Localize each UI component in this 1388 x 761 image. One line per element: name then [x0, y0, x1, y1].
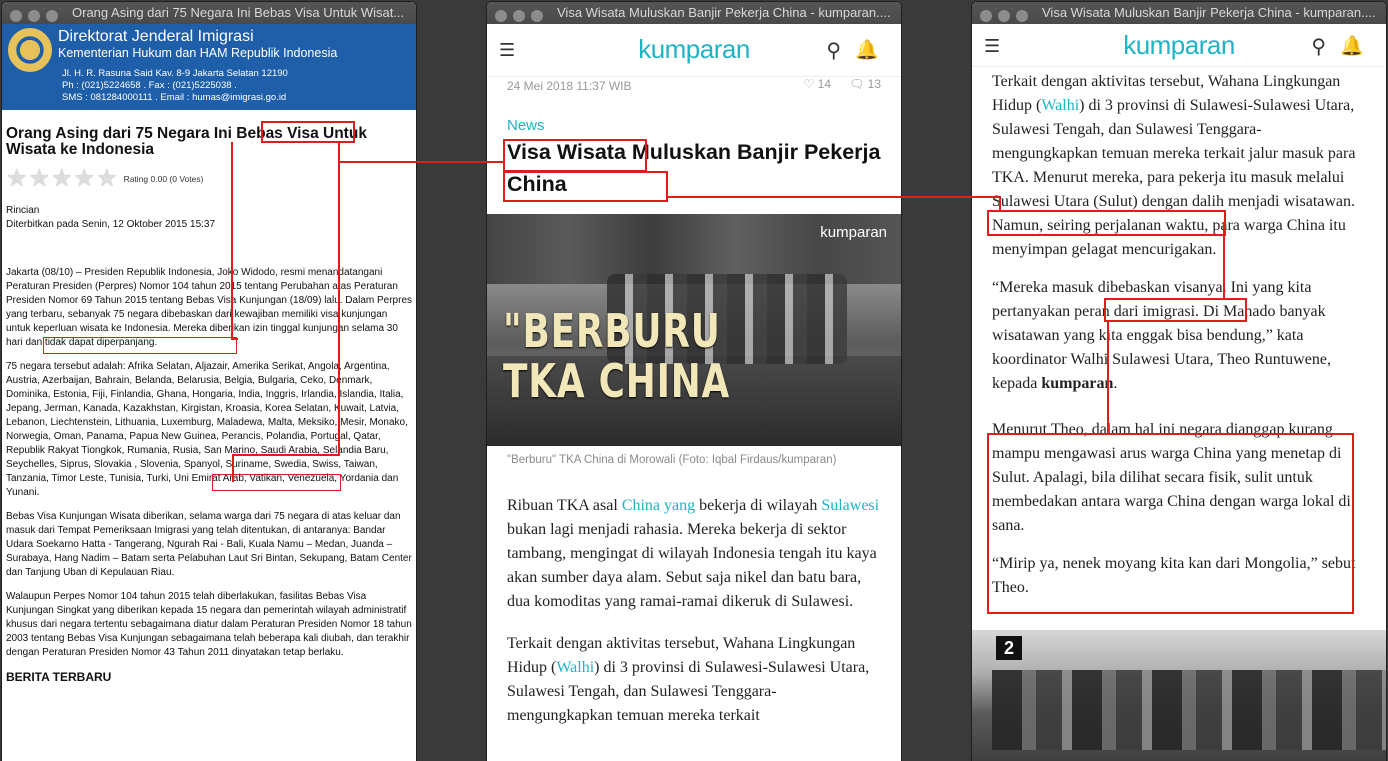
bell-icon[interactable]: 🔔 — [1340, 34, 1364, 58]
section-heading: BERITA TERBARU — [6, 670, 112, 684]
paragraph: Ribuan TKA asal China yang bekerja di wi… — [507, 497, 880, 610]
site-address: Jl. H. R. Rasuna Said Kav. 8-9 Jakarta S… — [62, 68, 288, 103]
minimize-button[interactable] — [513, 10, 525, 22]
close-button[interactable] — [495, 10, 507, 22]
article-meta: 24 Mei 2018 11:37 WIB ♡ 14 🗨 13 — [487, 77, 901, 103]
rincian-label: Rincian — [6, 205, 40, 216]
title-bar[interactable]: Visa Wisata Muluskan Banjir Pekerja Chin… — [972, 2, 1386, 24]
highlight-dibebaskan-visanya: dibebaskan visanya — [1097, 279, 1223, 296]
minimize-button[interactable] — [998, 10, 1010, 22]
page-content: ☰ kumparan ⚲ 🔔 Terkait dengan aktivitas … — [972, 24, 1386, 761]
star-icon[interactable]: ★ — [51, 167, 73, 191]
publish-date: Diterbitkan pada Senin, 12 Oktober 2015 … — [6, 219, 216, 230]
article-image: 2 — [972, 630, 1386, 761]
window-title: Visa Wisata Muluskan Banjir Pekerja Chin… — [557, 5, 891, 20]
search-icon[interactable]: ⚲ — [826, 38, 841, 63]
paragraph: Bebas Visa Kunjungan Wisata diberikan, s… — [6, 511, 412, 578]
link-walhi[interactable]: Walhi — [1041, 97, 1079, 114]
site-subtitle: Kementerian Hukum dan HAM Republik Indon… — [58, 46, 338, 60]
site-header: ☰ kumparan ⚲ 🔔 — [972, 24, 1386, 67]
search-icon[interactable]: ⚲ — [1311, 34, 1326, 59]
star-icon[interactable]: ★ — [6, 167, 28, 191]
title-bar[interactable]: Visa Wisata Muluskan Banjir Pekerja Chin… — [487, 2, 901, 24]
zoom-button[interactable] — [531, 10, 543, 22]
minimize-button[interactable] — [28, 10, 40, 22]
paragraph: Terkait dengan aktivitas tersebut, Wahan… — [992, 73, 1356, 258]
paragraph: “Mereka masuk dibebaskan visanya. Ini ya… — [992, 279, 1331, 392]
article-date: 24 Mei 2018 11:37 WIB — [507, 79, 632, 93]
paragraph: Jakarta (08/10) – Presiden Republik Indo… — [6, 267, 413, 348]
link-china[interactable]: China yang — [622, 497, 695, 514]
window-kumparan-1: Visa Wisata Muluskan Banjir Pekerja Chin… — [487, 2, 901, 761]
hero-overlay-text: "BERBURU TKA CHINA — [503, 304, 731, 408]
zoom-button[interactable] — [46, 10, 58, 22]
site-header: Direktorat Jenderal Imigrasi Kementerian… — [2, 24, 416, 110]
page-content: ☰ kumparan ⚲ 🔔 24 Mei 2018 11:37 WIB ♡ 1… — [487, 24, 901, 761]
traffic-lights[interactable] — [495, 7, 549, 24]
site-title: Direktorat Jenderal Imigrasi — [58, 28, 254, 45]
link-walhi[interactable]: Walhi — [556, 659, 594, 676]
window-kumparan-2: Visa Wisata Muluskan Banjir Pekerja Chin… — [972, 2, 1386, 761]
image-caption: "Berburu" TKA China di Morowali (Foto: I… — [507, 454, 837, 466]
imigrasi-emblem-icon — [8, 28, 52, 72]
site-header: ☰ kumparan ⚲ 🔔 — [487, 24, 901, 77]
comment-icon: 🗨 — [849, 77, 865, 91]
article-title: Visa Wisata Muluskan Banjir Pekerja Chin… — [507, 140, 881, 196]
star-icon[interactable]: ★ — [74, 167, 96, 191]
title-bar[interactable]: Orang Asing dari 75 Negara Ini Bebas Vis… — [2, 2, 416, 24]
zoom-button[interactable] — [1016, 10, 1028, 22]
hero-watermark: kumparan — [820, 224, 887, 241]
category-link[interactable]: News — [507, 117, 901, 134]
bell-icon[interactable]: 🔔 — [855, 38, 879, 62]
highlight-dalih-wisatawan: dengan dalih menjadi wisatawan — [1141, 193, 1352, 210]
highlight-rrt: Republik Rakyat Tiongkok — [6, 445, 122, 456]
highlight-visa-wisata: Visa Wisata — [507, 140, 626, 164]
comment-button[interactable]: 🗨 13 — [849, 77, 881, 91]
gate-sign: 2 — [996, 636, 1022, 660]
page-content: Direktorat Jenderal Imigrasi Kementerian… — [2, 24, 416, 761]
heart-icon: ♡ — [803, 77, 815, 91]
paragraph: “Mirip ya, nenek moyang kita kan dari Mo… — [992, 555, 1356, 596]
window-title: Orang Asing dari 75 Negara Ini Bebas Vis… — [72, 5, 405, 20]
paragraph: 75 negara tersebut adalah: Afrika Selata… — [6, 361, 408, 498]
window-title: Visa Wisata Muluskan Banjir Pekerja Chin… — [1042, 5, 1376, 20]
traffic-lights[interactable] — [980, 7, 1034, 24]
paragraph: Terkait dengan aktivitas tersebut, Wahan… — [507, 635, 870, 724]
like-button[interactable]: ♡ 14 — [804, 77, 831, 91]
highlight-bebas-visa: Bebas Visa — [236, 125, 319, 142]
article-title: Orang Asing dari 75 Negara Ini Bebas Vis… — [6, 125, 367, 158]
rating-stars[interactable]: ★ ★ ★ ★ ★ Rating 0.00 (0 Votes) — [6, 167, 412, 191]
close-button[interactable] — [980, 10, 992, 22]
traffic-lights[interactable] — [10, 7, 64, 24]
window-imigrasi: Orang Asing dari 75 Negara Ini Bebas Vis… — [2, 2, 416, 761]
rating-text: Rating 0.00 (0 Votes) — [123, 174, 204, 184]
star-icon[interactable]: ★ — [96, 167, 118, 191]
star-icon[interactable]: ★ — [29, 167, 51, 191]
article-body: Orang Asing dari 75 Negara Ini Bebas Vis… — [2, 125, 416, 685]
link-sulawesi[interactable]: Sulawesi — [821, 497, 879, 514]
paragraph: Walaupun Perpes Nomor 104 tahun 2015 tel… — [6, 591, 412, 658]
hero-image: "BERBURU TKA CHINA kumparan — [487, 214, 901, 446]
paragraph: Menurut Theo, dalam hal ini negara diang… — [992, 421, 1351, 534]
close-button[interactable] — [10, 10, 22, 22]
